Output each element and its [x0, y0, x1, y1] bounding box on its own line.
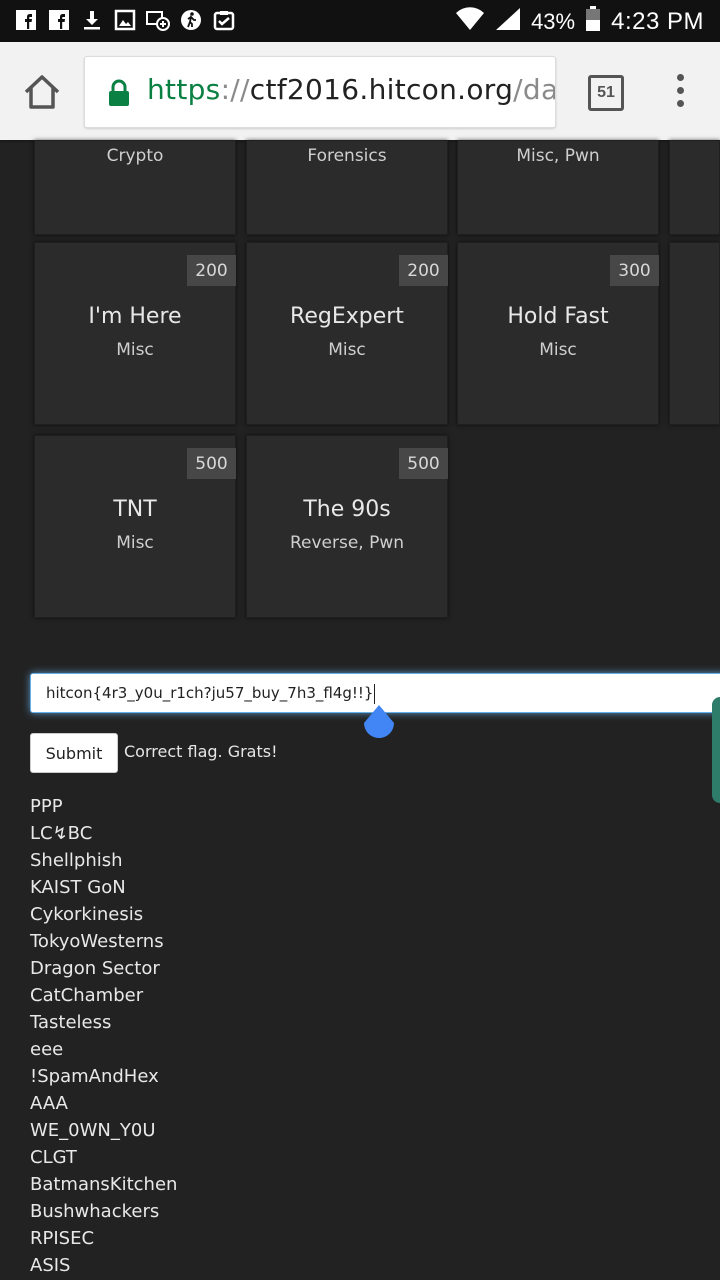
team-list-item: TokyoWesterns — [30, 931, 164, 952]
team-list-item: Dragon Sector — [30, 958, 160, 979]
flag-input-value: hitcon{4r3_y0u_r1ch?ju57_buy_7h3_fl4g!!} — [46, 684, 374, 702]
team-list-item: WE_0WN_Y0U — [30, 1120, 156, 1141]
wifi-icon — [455, 7, 485, 37]
battery-icon — [585, 6, 601, 38]
clock: 4:23 PM — [611, 8, 704, 35]
challenge-tile[interactable]: 500 The 90s Reverse, Pwn — [246, 435, 448, 618]
challenge-title: The 90s — [303, 497, 391, 522]
team-list-item: AAA — [30, 1093, 68, 1114]
team-list: PPP LC↯BC Shellphish KAIST GoN Cykorkinesis T… — [30, 793, 177, 1279]
challenge-category: Misc, Pwn — [516, 146, 600, 166]
download-icon — [80, 8, 104, 32]
team-list-item: !SpamAndHex — [30, 1066, 159, 1087]
team-list-item: KAIST GoN — [30, 877, 126, 898]
battery-percent: 43% — [531, 9, 576, 34]
challenge-points: 200 — [187, 255, 236, 286]
team-list-item: Tasteless — [30, 1012, 112, 1033]
challenge-category: Crypto — [106, 146, 164, 166]
challenge-tile[interactable]: Forensics — [246, 140, 448, 235]
facebook-icon — [47, 8, 71, 32]
team-list-item: ASIS — [30, 1255, 71, 1276]
url-scheme: https — [147, 73, 221, 106]
challenge-title: I'm Here — [88, 304, 182, 329]
team-list-item: eee — [30, 1039, 64, 1060]
challenge-title: Hold Fast — [507, 304, 609, 329]
challenge-tile[interactable]: 200 I'm Here Misc — [34, 242, 236, 425]
challenge-tile[interactable] — [669, 242, 720, 425]
side-panel-tab[interactable] — [712, 697, 720, 803]
challenge-tile[interactable]: 500 TNT Misc — [34, 435, 236, 618]
challenge-points: 200 — [399, 255, 448, 286]
challenge-tile[interactable] — [669, 140, 720, 235]
url-path: /dashb — [513, 73, 556, 106]
overflow-menu-icon[interactable] — [674, 74, 686, 110]
url-host: ctf2016.hitcon.org — [249, 73, 514, 106]
facebook-icon — [14, 8, 38, 32]
challenge-points: 300 — [610, 255, 659, 286]
address-bar[interactable]: https://ctf2016.hitcon.org/dashb — [84, 56, 556, 128]
team-list-item: LC↯BC — [30, 823, 93, 844]
challenge-points: 500 — [187, 448, 236, 479]
image-icon — [113, 8, 137, 32]
home-icon[interactable] — [22, 72, 62, 112]
team-list-item: PPP — [30, 796, 63, 817]
challenge-category: Misc — [116, 533, 154, 553]
messenger-icon — [146, 8, 170, 32]
team-list-item: BatmansKitchen — [30, 1174, 178, 1195]
signal-icon — [495, 7, 521, 37]
team-list-item: CLGT — [30, 1147, 77, 1168]
challenge-category: Misc — [116, 340, 154, 360]
challenge-tile[interactable]: Crypto — [34, 140, 236, 235]
team-list-item: Bushwhackers — [30, 1201, 160, 1222]
tab-count: 51 — [597, 84, 615, 101]
text-caret — [374, 683, 376, 704]
team-list-item: CatChamber — [30, 985, 144, 1006]
challenge-tile[interactable]: Misc, Pwn — [457, 140, 659, 235]
challenge-points: 500 — [399, 448, 448, 479]
submit-button[interactable]: Submit — [30, 733, 118, 773]
team-list-item: Shellphish — [30, 850, 123, 871]
team-list-item: RPISEC — [30, 1228, 95, 1249]
challenge-tile[interactable]: 300 Hold Fast Misc — [457, 242, 659, 425]
challenge-category: Forensics — [307, 146, 387, 166]
lock-icon — [107, 79, 131, 107]
browser-toolbar: https://ctf2016.hitcon.org/dashb 51 — [0, 42, 720, 140]
challenge-category: Misc — [328, 340, 366, 360]
fitness-icon — [179, 8, 203, 32]
challenge-title: RegExpert — [290, 304, 404, 329]
challenge-title: TNT — [113, 497, 157, 522]
challenge-tile[interactable]: 200 RegExpert Misc — [246, 242, 448, 425]
challenge-category: Reverse, Pwn — [289, 533, 405, 553]
status-bar: 43% 4:23 PM — [0, 0, 720, 42]
clipboard-check-icon — [212, 8, 236, 32]
team-list-item: Cykorkinesis — [30, 904, 144, 925]
text-selection-handle[interactable] — [361, 705, 397, 745]
url-text: https://ctf2016.hitcon.org/dashb — [147, 73, 556, 106]
flag-result-message: Correct flag. Grats! — [124, 742, 278, 761]
tab-switcher-button[interactable]: 51 — [588, 75, 624, 111]
url-separator: :// — [220, 73, 250, 106]
challenge-category: Misc — [539, 340, 577, 360]
